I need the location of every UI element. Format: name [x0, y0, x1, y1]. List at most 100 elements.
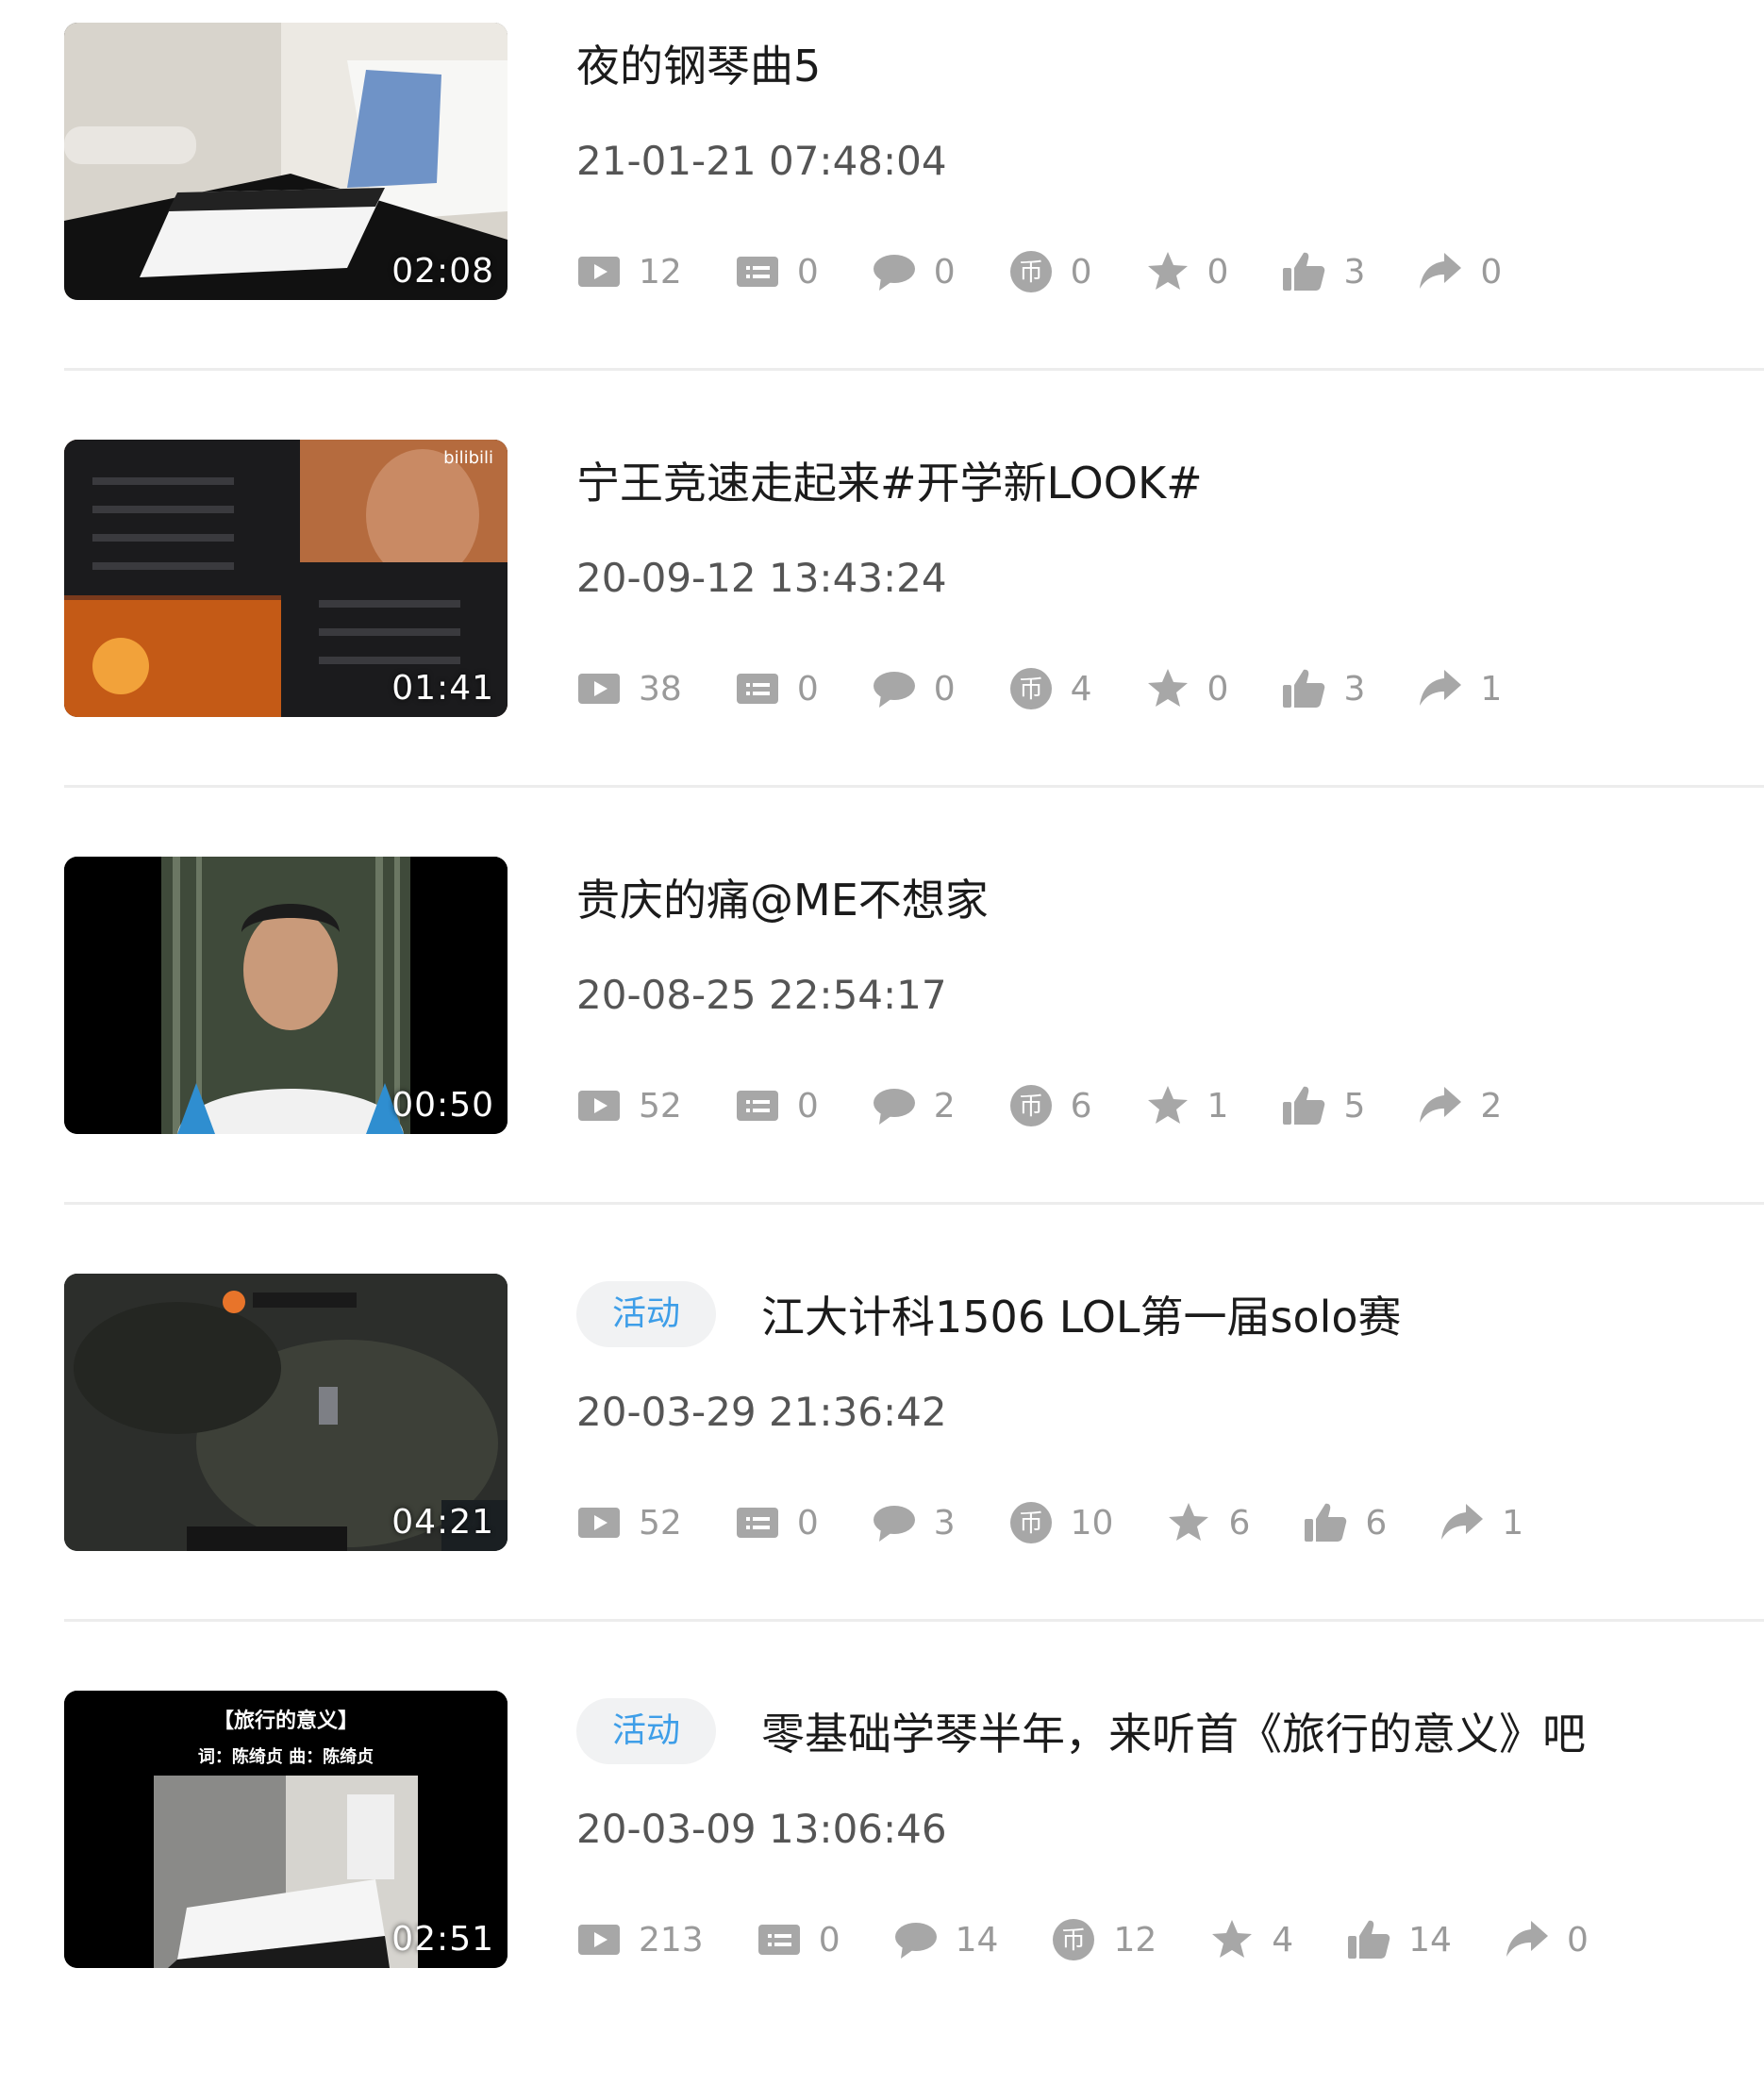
video-stats: 52 0 3 币 10 6 6 1 — [576, 1494, 1576, 1551]
thumbnail-caption-credits: 词：陈绮贞 曲：陈绮贞 — [197, 1747, 374, 1767]
stat-likes: 3 — [1281, 249, 1365, 294]
stat-coins: 币 10 — [1008, 1500, 1113, 1545]
divider — [64, 785, 1764, 788]
video-title[interactable]: 零基础学琴半年，来听首《旅行的意义》吧 — [761, 1700, 1586, 1762]
video-date: 20-08-25 22:54:17 — [576, 972, 947, 1018]
thumbnail-caption: 【旅行的意义】 词：陈绮贞 曲：陈绮贞 — [64, 1704, 508, 1768]
video-item[interactable]: bilibili 01:41 宁王竞速走起来#开学新LOOK# 20-09-12… — [0, 417, 1764, 834]
favorite-icon — [1145, 666, 1190, 711]
stat-danmaku: 0 — [757, 1917, 840, 1962]
share-icon — [1418, 1083, 1463, 1128]
stat-plays: 213 — [576, 1917, 704, 1962]
video-title-line: 夜的钢琴曲5 — [576, 34, 821, 92]
stat-comments: 0 — [872, 666, 956, 711]
like-icon — [1346, 1917, 1391, 1962]
stat-coins: 币0 — [1008, 249, 1092, 294]
svg-text:币: 币 — [1019, 259, 1043, 287]
danmaku-icon — [735, 249, 780, 294]
comment-icon — [872, 249, 917, 294]
video-item[interactable]: 【旅行的意义】 词：陈绮贞 曲：陈绮贞 02:51 活动 零基础学琴半年，来听首… — [0, 1668, 1764, 2085]
coin-icon: 币 — [1008, 249, 1054, 294]
stat-shares: 1 — [1439, 1500, 1523, 1545]
like-icon — [1281, 666, 1326, 711]
video-thumbnail[interactable]: 00:50 — [64, 857, 508, 1134]
divider — [64, 1202, 1764, 1205]
video-stats: 38 0 0 币4 0 3 1 — [576, 660, 1555, 717]
share-icon — [1418, 666, 1463, 711]
stat-coins: 币6 — [1008, 1083, 1092, 1128]
video-duration: 04:21 — [391, 1503, 494, 1542]
video-title-line: 活动 零基础学琴半年，来听首《旅行的意义》吧 — [576, 1698, 1586, 1764]
video-thumbnail[interactable]: 02:08 — [64, 23, 508, 300]
stat-comments: 2 — [872, 1083, 956, 1128]
video-date: 20-09-12 13:43:24 — [576, 555, 947, 601]
video-thumbnail[interactable]: 04:21 — [64, 1274, 508, 1551]
coin-icon: 币 — [1008, 666, 1054, 711]
video-title[interactable]: 贵庆的痛@ME不想家 — [576, 866, 989, 928]
stat-plays: 52 — [576, 1083, 682, 1128]
stat-favorites: 0 — [1145, 249, 1228, 294]
video-duration: 01:41 — [391, 669, 494, 708]
video-stats: 213 0 14 币 12 4 14 0 — [576, 1911, 1641, 1968]
stat-shares: 1 — [1418, 666, 1502, 711]
svg-text:币: 币 — [1061, 1927, 1086, 1955]
video-title[interactable]: 夜的钢琴曲5 — [576, 32, 821, 94]
video-date: 21-01-21 07:48:04 — [576, 138, 947, 184]
stat-comments: 14 — [893, 1917, 998, 1962]
like-icon — [1281, 1083, 1326, 1128]
thumbnail-caption-title: 【旅行的意义】 — [212, 1710, 358, 1733]
stat-favorites: 4 — [1209, 1917, 1293, 1962]
svg-text:币: 币 — [1019, 676, 1043, 704]
activity-badge: 活动 — [576, 1698, 717, 1764]
share-icon — [1418, 249, 1463, 294]
play-count-icon — [576, 666, 622, 711]
stat-comments: 0 — [872, 249, 956, 294]
share-icon — [1505, 1917, 1550, 1962]
stat-danmaku: 0 — [735, 1083, 819, 1128]
video-stats: 12 0 0 币0 0 3 0 — [576, 243, 1555, 300]
favorite-icon — [1166, 1500, 1211, 1545]
video-item[interactable]: 04:21 活动 江大计科1506 LOL第一届solo赛 20-03-29 2… — [0, 1251, 1764, 1668]
play-count-icon — [576, 1917, 622, 1962]
danmaku-icon — [757, 1917, 802, 1962]
stat-shares: 0 — [1505, 1917, 1589, 1962]
favorite-icon — [1145, 1083, 1190, 1128]
svg-text:币: 币 — [1019, 1510, 1043, 1538]
stat-likes: 3 — [1281, 666, 1365, 711]
video-title[interactable]: 江大计科1506 LOL第一届solo赛 — [761, 1283, 1402, 1345]
divider — [64, 368, 1764, 371]
stat-favorites: 1 — [1145, 1083, 1228, 1128]
video-thumbnail[interactable]: bilibili 01:41 — [64, 440, 508, 717]
video-duration: 02:08 — [391, 252, 494, 291]
video-title-line: 贵庆的痛@ME不想家 — [576, 868, 989, 926]
favorite-icon — [1145, 249, 1190, 294]
stat-danmaku: 0 — [735, 1500, 819, 1545]
coin-icon: 币 — [1008, 1500, 1054, 1545]
video-title[interactable]: 宁王竞速走起来#开学新LOOK# — [576, 449, 1203, 511]
video-item[interactable]: 02:08 夜的钢琴曲5 21-01-21 07:48:04 12 0 0 币0… — [0, 0, 1764, 417]
video-title-line: 宁王竞速走起来#开学新LOOK# — [576, 451, 1203, 509]
comment-icon — [872, 666, 917, 711]
video-duration: 02:51 — [391, 1920, 494, 1959]
video-date: 20-03-09 13:06:46 — [576, 1806, 947, 1852]
comment-icon — [893, 1917, 939, 1962]
video-stats: 52 0 2 币6 1 5 2 — [576, 1077, 1555, 1134]
svg-text:bilibili: bilibili — [443, 448, 493, 468]
stat-likes: 5 — [1281, 1083, 1365, 1128]
coin-icon: 币 — [1008, 1083, 1054, 1128]
stat-comments: 3 — [872, 1500, 956, 1545]
stat-shares: 2 — [1418, 1083, 1502, 1128]
play-count-icon — [576, 249, 622, 294]
video-thumbnail[interactable]: 【旅行的意义】 词：陈绮贞 曲：陈绮贞 02:51 — [64, 1691, 508, 1968]
stat-coins: 币 12 — [1051, 1917, 1157, 1962]
video-title-line: 活动 江大计科1506 LOL第一届solo赛 — [576, 1281, 1402, 1347]
like-icon — [1303, 1500, 1348, 1545]
danmaku-icon — [735, 666, 780, 711]
stat-likes: 14 — [1346, 1917, 1452, 1962]
stat-plays: 38 — [576, 666, 682, 711]
stat-danmaku: 0 — [735, 249, 819, 294]
video-item[interactable]: 00:50 贵庆的痛@ME不想家 20-08-25 22:54:17 52 0 … — [0, 834, 1764, 1251]
stat-plays: 12 — [576, 249, 682, 294]
stat-danmaku: 0 — [735, 666, 819, 711]
activity-badge: 活动 — [576, 1281, 717, 1347]
